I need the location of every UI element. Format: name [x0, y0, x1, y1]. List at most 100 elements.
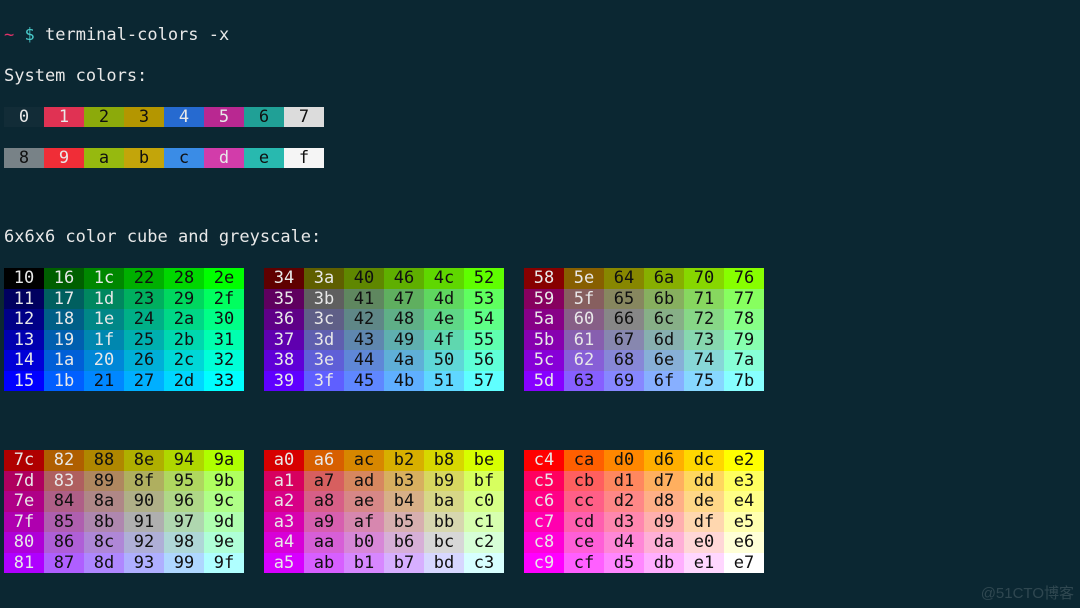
- color-swatch: 34: [264, 268, 304, 289]
- color-swatch: 77: [724, 289, 764, 310]
- color-swatch: 67: [604, 330, 644, 351]
- color-swatch: 83: [44, 471, 84, 492]
- color-swatch: b5: [384, 512, 424, 533]
- color-row: a5abb1b7bdc3: [264, 553, 504, 574]
- color-swatch: cd: [564, 512, 604, 533]
- color-swatch: 14: [4, 350, 44, 371]
- color-swatch: 3b: [304, 289, 344, 310]
- color-swatch: 28: [164, 268, 204, 289]
- color-swatch: e4: [724, 491, 764, 512]
- color-row: c7cdd3d9dfe5: [524, 512, 764, 533]
- color-block: a0a6acb2b8bea1a7adb3b9bfa2a8aeb4bac0a3a9…: [264, 450, 504, 573]
- color-swatch: 31: [204, 330, 244, 351]
- color-swatch: b8: [424, 450, 464, 471]
- color-swatch: 75: [684, 371, 724, 392]
- color-swatch: 8e: [124, 450, 164, 471]
- color-swatch: 80: [4, 532, 44, 553]
- color-swatch: 1: [44, 107, 84, 128]
- color-swatch: 2b: [164, 330, 204, 351]
- color-swatch: 60: [564, 309, 604, 330]
- color-row: a4aab0b6bcc2: [264, 532, 504, 553]
- color-row: 373d43494f55: [264, 330, 504, 351]
- color-swatch: 32: [204, 350, 244, 371]
- color-swatch: bd: [424, 553, 464, 574]
- color-swatch: 96: [164, 491, 204, 512]
- color-swatch: a1: [264, 471, 304, 492]
- color-swatch: 6d: [644, 330, 684, 351]
- color-swatch: 30: [204, 309, 244, 330]
- color-swatch: 8b: [84, 512, 124, 533]
- color-swatch: 4e: [424, 309, 464, 330]
- color-swatch: e5: [724, 512, 764, 533]
- color-swatch: 9c: [204, 491, 244, 512]
- color-swatch: 16: [44, 268, 84, 289]
- color-swatch: 1f: [84, 330, 124, 351]
- color-swatch: 57: [464, 371, 504, 392]
- system-colors-row-2: 89abcdef: [4, 148, 1076, 169]
- color-swatch: 86: [44, 532, 84, 553]
- color-swatch: 62: [564, 350, 604, 371]
- color-swatch: 1e: [84, 309, 124, 330]
- color-swatch: e3: [724, 471, 764, 492]
- color-swatch: ca: [564, 450, 604, 471]
- color-swatch: 33: [204, 371, 244, 392]
- color-swatch: 4b: [384, 371, 424, 392]
- color-swatch: 4c: [424, 268, 464, 289]
- prompt-tilde: ~: [4, 25, 14, 45]
- color-swatch: 42: [344, 309, 384, 330]
- color-swatch: 15: [4, 371, 44, 392]
- color-swatch: b0: [344, 532, 384, 553]
- color-swatch: 27: [124, 371, 164, 392]
- color-swatch: ac: [344, 450, 384, 471]
- color-swatch: c1: [464, 512, 504, 533]
- color-swatch: 66: [604, 309, 644, 330]
- color-swatch: cc: [564, 491, 604, 512]
- color-swatch: 23: [124, 289, 164, 310]
- color-swatch: 45: [344, 371, 384, 392]
- color-swatch: 58: [524, 268, 564, 289]
- color-swatch: 9b: [204, 471, 244, 492]
- color-swatch: 92: [124, 532, 164, 553]
- color-swatch: 5d: [524, 371, 564, 392]
- color-row: 363c42484e54: [264, 309, 504, 330]
- color-swatch: 4f: [424, 330, 464, 351]
- color-swatch: 7b: [724, 371, 764, 392]
- color-swatch: 6f: [644, 371, 684, 392]
- color-swatch: 65: [604, 289, 644, 310]
- color-swatch: 91: [124, 512, 164, 533]
- color-swatch: e0: [684, 532, 724, 553]
- color-swatch: d8: [644, 491, 684, 512]
- color-swatch: 22: [124, 268, 164, 289]
- color-swatch: 2e: [204, 268, 244, 289]
- color-swatch: 71: [684, 289, 724, 310]
- color-row: 595f656b7177: [524, 289, 764, 310]
- color-swatch: a4: [264, 532, 304, 553]
- color-swatch: aa: [304, 532, 344, 553]
- color-swatch: 51: [424, 371, 464, 392]
- prompt-line-1: ~ $ terminal-colors -x: [4, 25, 1076, 46]
- color-swatch: d6: [644, 450, 684, 471]
- color-swatch: b4: [384, 491, 424, 512]
- system-colors-row-1: 01234567: [4, 107, 1076, 128]
- color-block: 7c82888e949a7d83898f959b7e848a90969c7f85…: [4, 450, 244, 573]
- color-swatch: c4: [524, 450, 564, 471]
- color-swatch: 35: [264, 289, 304, 310]
- color-swatch: d5: [604, 553, 644, 574]
- color-swatch: 8f: [124, 471, 164, 492]
- color-swatch: d9: [644, 512, 684, 533]
- color-swatch: 99: [164, 553, 204, 574]
- color-swatch: b9: [424, 471, 464, 492]
- color-swatch: c0: [464, 491, 504, 512]
- color-swatch: 68: [604, 350, 644, 371]
- color-swatch: d3: [604, 512, 644, 533]
- color-swatch: 9f: [204, 553, 244, 574]
- color-row: 5b61676d7379: [524, 330, 764, 351]
- color-swatch: c: [164, 148, 204, 169]
- color-row: 7e848a90969c: [4, 491, 244, 512]
- color-swatch: 9a: [204, 450, 244, 471]
- color-swatch: cf: [564, 553, 604, 574]
- color-swatch: 4a: [384, 350, 424, 371]
- color-swatch: 90: [124, 491, 164, 512]
- color-swatch: a9: [304, 512, 344, 533]
- color-row: 5a60666c7278: [524, 309, 764, 330]
